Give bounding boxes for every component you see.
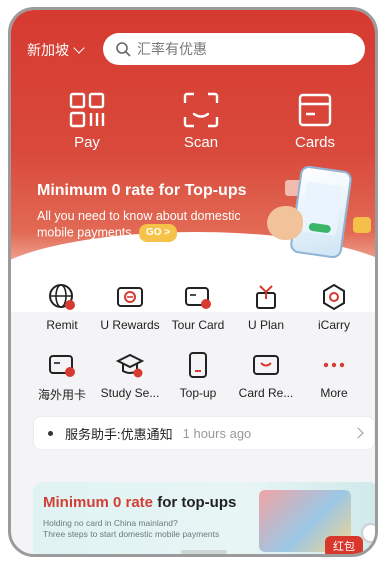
- card-icon: [298, 93, 332, 127]
- rewards-card-icon: [117, 287, 143, 307]
- search-icon: [116, 42, 131, 57]
- banner-go-button[interactable]: GO >: [138, 224, 178, 242]
- banner-hand-art: [267, 206, 303, 240]
- promo-line-2: Three steps to start domestic mobile pay…: [43, 529, 220, 539]
- card-repay-icon: [253, 355, 279, 375]
- pay-button[interactable]: Pay: [47, 92, 127, 151]
- service-overseas-card[interactable]: 海外用卡: [25, 350, 99, 403]
- service-u-rewards[interactable]: U Rewards: [93, 282, 167, 332]
- service-u-rewards-label: U Rewards: [100, 318, 160, 332]
- promo-line-1: Holding no card in China mainland?: [43, 518, 178, 528]
- service-overseas-card-label: 海外用卡: [37, 388, 86, 402]
- notice-text: 服务助手:优惠通知: [65, 426, 173, 442]
- topup-phone-icon: [189, 352, 207, 378]
- service-study-label: Study Se...: [100, 386, 160, 400]
- cards-button[interactable]: Cards: [275, 92, 355, 151]
- service-remit[interactable]: Remit: [25, 282, 99, 332]
- service-u-plan[interactable]: U Plan: [229, 282, 303, 332]
- icarry-icon: [323, 283, 345, 311]
- tour-card-icon: [185, 287, 211, 309]
- promo-title-rest: for top-ups: [153, 494, 237, 511]
- bullet-dot: [48, 430, 53, 436]
- service-topup-label: Top-up: [179, 386, 217, 400]
- promo-subtitle: Holding no card in China mainland? Three…: [43, 518, 219, 540]
- scan-button[interactable]: Scan: [161, 92, 241, 151]
- notice-time: 1 hours ago: [182, 425, 252, 441]
- service-card-repay[interactable]: Card Re...: [229, 350, 303, 400]
- graduation-cap-icon: [115, 353, 145, 378]
- service-tour-card[interactable]: Tour Card: [161, 282, 235, 332]
- service-assistant-notice[interactable]: 服务助手:优惠通知 1 hours ago: [33, 416, 375, 450]
- scan-label: Scan: [183, 134, 219, 151]
- pay-label: Pay: [74, 134, 100, 151]
- service-study[interactable]: Study Se...: [93, 350, 167, 400]
- promo-title: Minimum 0 rate for top-ups: [43, 494, 236, 511]
- chevron-down-icon: [73, 42, 85, 54]
- qr-grid-icon: [69, 92, 105, 128]
- service-icarry[interactable]: iCarry: [297, 282, 371, 332]
- gift-icon: [256, 285, 276, 309]
- city-label: 新加坡: [27, 42, 69, 58]
- banner-subtitle[interactable]: All you need to know about domestic mobi…: [37, 208, 272, 242]
- banner-coin-art: [353, 217, 371, 233]
- scan-frame-icon: [183, 92, 219, 128]
- overseas-card-icon: [49, 355, 75, 377]
- home-indicator: [181, 550, 227, 554]
- search-bar[interactable]: [103, 33, 365, 65]
- chevron-right-icon: [352, 427, 364, 439]
- search-input[interactable]: [137, 41, 347, 57]
- service-u-plan-label: U Plan: [247, 318, 285, 332]
- close-icon[interactable]: [361, 523, 375, 543]
- phone-screen: 新加坡 Pay Scan: [8, 7, 378, 557]
- service-more-label: More: [320, 386, 348, 400]
- red-packet-button[interactable]: 红包: [325, 536, 363, 554]
- cards-label: Cards: [294, 134, 335, 151]
- service-tour-card-label: Tour Card: [171, 318, 225, 332]
- service-icarry-label: iCarry: [318, 318, 350, 332]
- promo-title-highlight: Minimum 0 rate: [43, 494, 154, 511]
- service-topup[interactable]: Top-up: [161, 350, 235, 400]
- globe-icon: [49, 284, 75, 310]
- banner-title[interactable]: Minimum 0 rate for Top-ups: [37, 182, 246, 200]
- service-card-repay-label: Card Re...: [238, 386, 294, 400]
- more-dots-icon: [323, 362, 345, 368]
- city-selector[interactable]: 新加坡: [27, 40, 85, 60]
- service-remit-label: Remit: [46, 318, 78, 332]
- service-more[interactable]: More: [297, 350, 371, 400]
